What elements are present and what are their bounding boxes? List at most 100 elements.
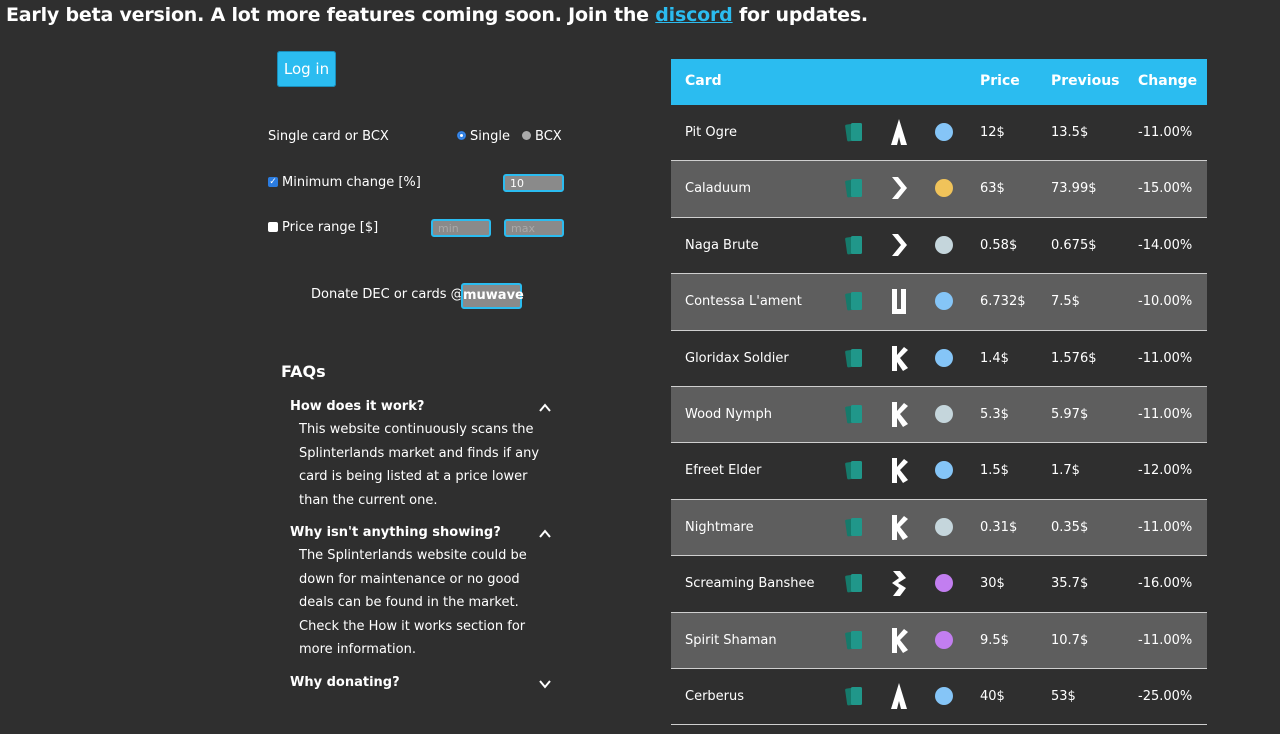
card-stack-icon [845,292,862,311]
beta-banner: Early beta version. A lot more features … [6,4,868,26]
table-row[interactable]: Contessa L'ament 6.732$ 7.5$ -10.00% [671,274,1207,331]
faq-answer-2: The Splinterlands website could be down … [299,548,527,657]
arrow-up-icon [891,682,907,709]
change-cell: -25.00% [1138,688,1193,704]
change-cell: -11.00% [1138,350,1193,366]
card-name: Efreet Elder [685,463,762,479]
card-name: Screaming Banshee [685,576,815,592]
login-button[interactable]: Log in [277,51,336,87]
chevron-down-icon[interactable] [538,677,552,691]
discord-link[interactable]: discord [655,4,733,26]
card-stack-icon [845,179,862,198]
table-header: Card Price Previous Change [671,59,1207,105]
previous-cell: 1.576$ [1051,350,1097,366]
banner-prefix: Early beta version. A lot more features … [6,4,656,26]
rarity-dot [935,123,953,141]
table-row[interactable]: Spirit Shaman 9.5$ 10.7$ -11.00% [671,612,1207,669]
header-previous: Previous [1051,73,1120,89]
chevron-right-icon [892,177,907,200]
card-stack-icon [845,123,862,142]
header-card: Card [685,73,722,89]
price-range-toggle[interactable]: Price range [$] [268,220,378,235]
card-name: Caladuum [685,181,752,197]
price-cell: 0.58$ [980,237,1018,253]
min-change-input[interactable] [503,174,564,192]
change-cell: -10.00% [1138,294,1193,310]
rarity-dot [935,235,953,254]
card-name: Contessa L'ament [685,294,802,310]
faq-question-2[interactable]: Why isn't anything showing? [290,525,501,540]
table-row[interactable]: Pit Ogre 12$ 13.5$ -11.00% [671,105,1207,162]
card-name: Nightmare [685,519,754,535]
card-name: Cerberus [685,688,745,704]
card-name: Spirit Shaman [685,632,777,648]
radio-bcx-indicator [522,131,531,140]
faq-question-3[interactable]: Why donating? [290,675,400,690]
previous-cell: 35.7$ [1051,576,1089,592]
chevron-up-icon[interactable] [538,527,552,541]
price-cell: 12$ [980,125,1005,140]
previous-cell: 13.5$ [1051,125,1089,140]
faq-question-1[interactable]: How does it work? [290,399,424,414]
change-cell: -11.00% [1138,406,1193,422]
table-row[interactable]: Naga Brute 0.58$ 0.675$ -14.00% [671,217,1207,275]
donate-account[interactable]: muwave [461,283,524,309]
checkbox-checked-icon: ✓ [268,176,278,187]
rarity-dot [935,348,953,367]
chevron-up-icon[interactable] [538,401,552,415]
faq-answer-1: This website continuously scans the Spli… [299,422,540,508]
previous-cell: 0.35$ [1051,519,1089,535]
price-min-input[interactable] [431,219,491,237]
mode-label: Single card or BCX [268,129,389,144]
donate-label: Donate DEC or cards @ [311,287,464,302]
rarity-dot [935,461,953,480]
change-cell: -14.00% [1138,237,1193,253]
table-row[interactable]: Wood Nymph 5.3$ 5.97$ -11.00% [671,386,1207,444]
radio-bcx[interactable]: BCX [522,129,562,144]
table-row[interactable]: Gloridax Soldier 1.4$ 1.576$ -11.00% [671,330,1207,387]
rarity-dot [935,292,953,311]
card-name: Naga Brute [685,237,759,253]
card-name: Wood Nymph [685,406,772,422]
previous-cell: 73.99$ [1051,181,1097,197]
change-cell: -11.00% [1138,519,1193,535]
radio-single[interactable]: Single [457,129,510,144]
card-stack-icon [845,574,862,593]
arrow-up-icon [891,119,907,145]
table-row[interactable]: Cerberus 40$ 53$ -25.00% [671,668,1207,726]
price-max-input[interactable] [504,219,564,237]
price-cell: 1.5$ [980,463,1009,479]
change-cell: -15.00% [1138,181,1193,197]
price-cell: 5.3$ [980,406,1009,422]
header-change: Change [1138,73,1198,89]
change-cell: -11.00% [1138,125,1193,140]
table-body: Pit Ogre 12$ 13.5$ -11.00% Caladuum 63$ 73.99$… [671,105,1207,726]
table-row[interactable]: Caladuum 63$ 73.99$ -15.00% [671,161,1207,218]
header-price: Price [980,73,1020,89]
k-rune-icon [892,401,908,427]
k-rune-icon [892,458,908,484]
change-cell: -16.00% [1138,576,1193,592]
previous-cell: 7.5$ [1051,294,1080,310]
k-rune-icon [892,627,908,653]
card-stack-icon [845,517,862,537]
rarity-dot [935,574,953,593]
change-cell: -12.00% [1138,463,1193,479]
card-stack-icon [845,461,862,480]
change-cell: -11.00% [1138,632,1193,648]
card-name: Pit Ogre [685,125,737,140]
card-stack-icon [845,686,862,706]
checkbox-unchecked-icon [268,221,278,232]
rarity-dot [935,517,953,536]
min-change-label: Minimum change [%] [282,175,421,190]
previous-cell: 0.675$ [1051,237,1097,253]
pillar-icon [892,289,906,315]
min-change-toggle[interactable]: ✓ Minimum change [%] [268,175,421,190]
table-row[interactable]: Nightmare 0.31$ 0.35$ -11.00% [671,499,1207,557]
table-row[interactable]: Screaming Banshee 30$ 35.7$ -16.00% [671,556,1207,613]
price-cell: 1.4$ [980,350,1009,366]
rarity-dot [935,630,953,649]
table-row[interactable]: Efreet Elder 1.5$ 1.7$ -12.00% [671,443,1207,500]
rarity-dot [935,686,953,705]
previous-cell: 10.7$ [1051,632,1089,648]
